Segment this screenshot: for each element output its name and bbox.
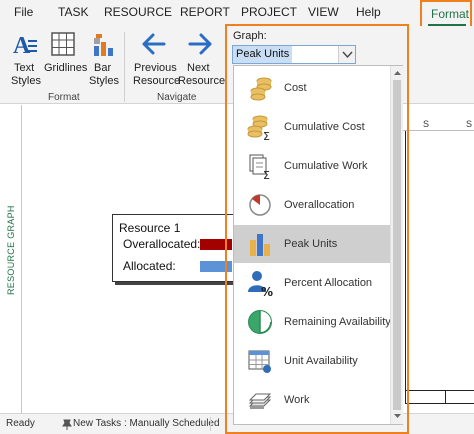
graph-option-cumulative-cost[interactable]: Σ Cumulative Cost [234, 108, 390, 146]
text-styles-label-2: Styles [11, 75, 41, 87]
gridlines-button[interactable]: Gridlines [42, 30, 88, 92]
remaining-availability-icon [248, 310, 272, 334]
graph-option-cost[interactable]: Cost [234, 69, 390, 107]
graph-option-label: Unit Availability [284, 355, 358, 367]
group-format-label: Format [48, 92, 80, 103]
menu-help[interactable]: Help [356, 5, 381, 19]
menu-task[interactable]: TASK [58, 5, 88, 19]
graph-option-cumulative-work[interactable]: Σ Cumulative Work [234, 147, 390, 185]
text-styles-label-1: Text [14, 62, 35, 74]
graph-label: Graph: [233, 30, 267, 42]
scroll-up-icon[interactable] [393, 69, 402, 76]
next-label-2: Resource [178, 75, 226, 87]
ribbon-separator [124, 32, 125, 102]
previous-resource-button[interactable]: Previous Resource [132, 30, 181, 92]
graph-baseline [405, 390, 474, 391]
cumulative-cost-icon: Σ [247, 115, 270, 141]
graph-bottom-line [405, 403, 474, 404]
menu-project[interactable]: PROJECT [241, 5, 297, 19]
bar-styles-label-2: Styles [89, 75, 119, 87]
bar-styles-button[interactable]: Bar Styles [86, 30, 120, 92]
graph-tick [445, 390, 446, 403]
legend-overallocated-label: Overallocated: [123, 237, 201, 251]
work-stack-icon [248, 393, 272, 409]
view-name-label: RESOURCE GRAPH [6, 205, 16, 295]
graph-option-label: Overallocation [284, 199, 355, 211]
dropdown-scrollbar[interactable] [390, 66, 403, 424]
coins-icon [250, 77, 272, 101]
peak-units-icon [250, 234, 270, 256]
bar-styles-label-1: Bar [94, 62, 112, 74]
bar-styles-icon [94, 34, 113, 56]
graph-dropdown-value: Peak Units [233, 46, 293, 63]
scrollbar-thumb[interactable] [393, 80, 401, 410]
status-new-tasks[interactable]: New Tasks : Manually Scheduled [73, 418, 220, 429]
graph-plot-region [405, 131, 474, 403]
graph-option-label: Peak Units [284, 238, 338, 250]
menu-bar: File TASK RESOURCE REPORT PROJECT VIEW H… [0, 0, 474, 26]
status-ready: Ready [6, 418, 35, 429]
next-label-1: Next [187, 62, 210, 74]
graph-option-label: Cumulative Work [284, 160, 368, 172]
graph-option-label: Percent Allocation [284, 277, 373, 289]
svg-text:Σ: Σ [263, 130, 270, 141]
graph-option-percent-allocation[interactable]: % Percent Allocation [234, 264, 390, 302]
menu-view[interactable]: VIEW [308, 5, 339, 19]
legend-allocated-label: Allocated: [123, 259, 176, 273]
graph-options-list: Cost Σ Cumulative Cost Σ Cumulative Work… [233, 65, 403, 425]
menu-resource[interactable]: RESOURCE [104, 5, 172, 19]
app-window: File TASK RESOURCE REPORT PROJECT VIEW H… [0, 0, 474, 434]
status-separator [210, 417, 211, 431]
timescale-day: S [423, 119, 430, 129]
scroll-down-icon[interactable] [393, 413, 402, 420]
previous-label-2: Resource [133, 75, 181, 87]
graph-option-unit-availability[interactable]: Unit Availability [234, 342, 390, 380]
graph-option-work[interactable]: Work [234, 381, 390, 419]
graph-option-overallocation[interactable]: Overallocation [234, 186, 390, 224]
graph-legend: Resource 1 Overallocated: Allocated: [112, 214, 236, 282]
menu-report[interactable]: REPORT [180, 5, 230, 19]
graph-option-label: Cost [284, 82, 307, 94]
timescale-day: S [466, 119, 473, 129]
overallocation-pie-icon [249, 194, 271, 216]
graph-dropdown-button[interactable] [338, 46, 355, 63]
graph-option-label: Remaining Availability [284, 316, 391, 328]
graph-option-label: Cumulative Cost [284, 121, 365, 133]
percent-allocation-icon: % [248, 271, 273, 297]
chevron-down-icon [342, 51, 353, 59]
graph-option-remaining-availability[interactable]: Remaining Availability [234, 303, 391, 341]
calendar-icon [248, 350, 271, 373]
arrow-right-icon [188, 33, 212, 55]
legend-title: Resource 1 [119, 221, 181, 235]
previous-label-1: Previous [134, 62, 177, 74]
menu-file[interactable]: File [14, 5, 33, 19]
text-styles-button[interactable]: A Text Styles [6, 30, 44, 92]
text-styles-icon: A [13, 33, 37, 58]
svg-text:Σ: Σ [263, 169, 270, 180]
group-navigate-label: Navigate [157, 92, 197, 103]
arrow-left-icon [142, 33, 166, 55]
cumulative-work-icon: Σ [249, 154, 270, 180]
gridlines-icon [51, 32, 75, 56]
graph-option-peak-units[interactable]: Peak Units [234, 225, 390, 263]
view-side-bar: RESOURCE GRAPH [0, 105, 22, 413]
graph-option-label: Work [284, 394, 310, 406]
pin-icon [62, 419, 72, 430]
svg-text:%: % [261, 285, 273, 297]
gridlines-label: Gridlines [44, 62, 88, 74]
next-resource-button[interactable]: Next Resource [178, 30, 226, 92]
graph-dropdown[interactable]: Peak Units [232, 45, 356, 64]
tab-format-label: Format [431, 7, 470, 21]
